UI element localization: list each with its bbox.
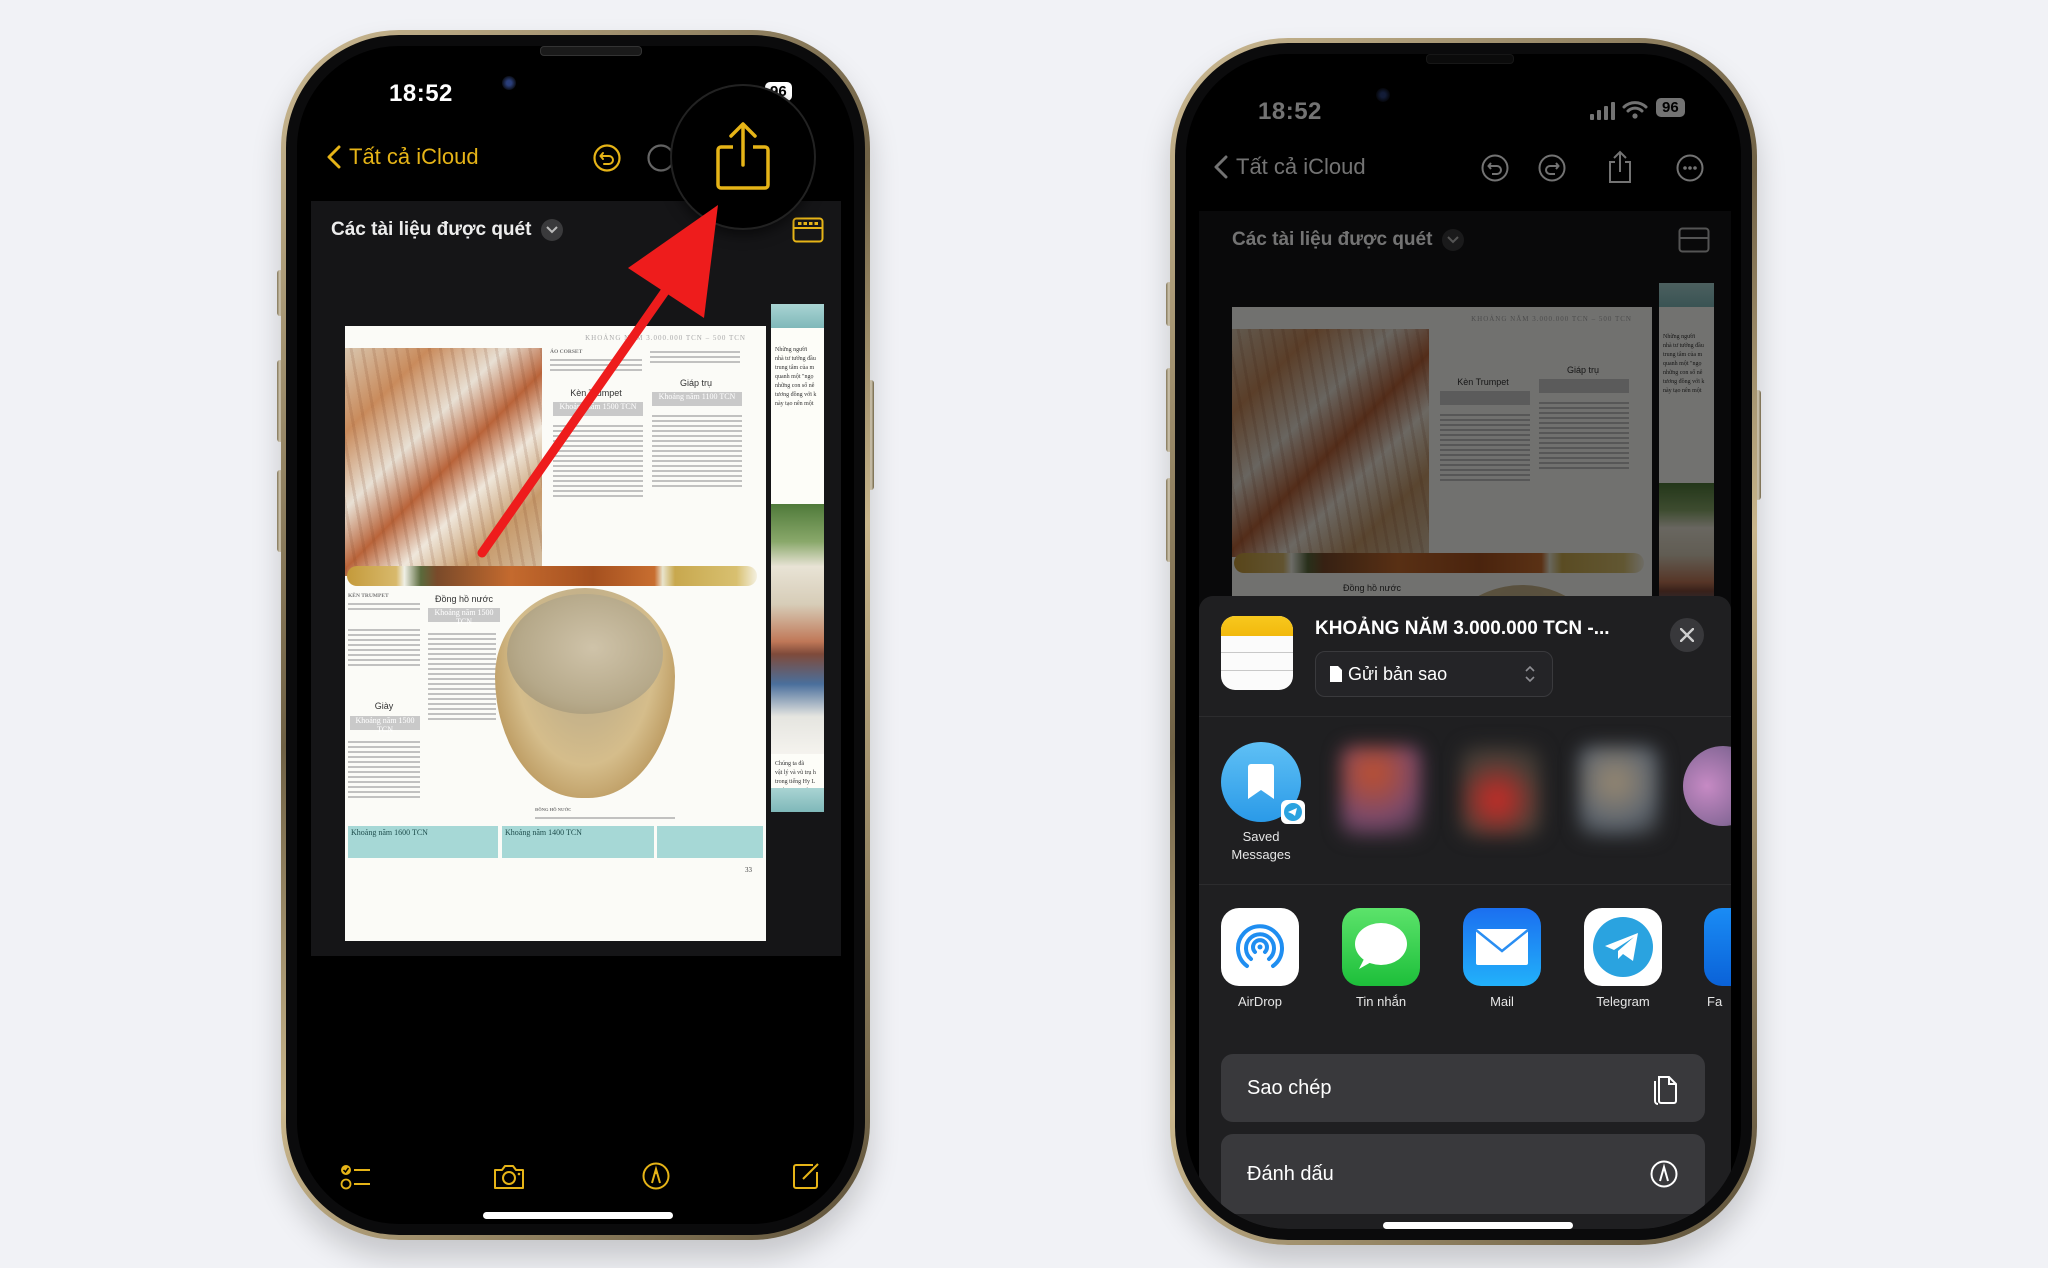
app-facebook[interactable]: Fa [1703,908,1731,1009]
contact-saved-messages[interactable]: Saved Messages [1219,742,1305,864]
action-label: Đánh dấu [1247,1162,1334,1185]
bookmark-icon [1248,764,1274,799]
app-label: Telegram [1596,994,1650,1009]
share-title: KHOẢNG NĂM 3.000.000 TCN -... [1315,618,1610,639]
divider [1199,716,1731,717]
notes-app-icon [1221,616,1293,690]
divider [1199,884,1731,885]
telegram-icon [1584,908,1662,986]
app-label: AirDrop [1237,994,1283,1009]
app-telegram[interactable]: Telegram [1583,908,1663,1009]
close-button[interactable] [1670,618,1704,652]
copy-icon [1654,1076,1677,1105]
messages-icon [1342,908,1420,986]
mail-icon [1463,908,1541,986]
telegram-badge-icon [1281,800,1305,824]
markup-icon [1650,1160,1678,1188]
action-label: Sao chép [1247,1076,1332,1099]
action-markup[interactable]: Đánh dấu [1221,1134,1705,1214]
avatar [1461,746,1541,836]
right-phone-screen: 18:52 96 Tất cả iCloud Các tài liệu được… [1186,54,1741,1229]
app-mail[interactable]: Mail [1462,908,1542,1009]
contact-blurred[interactable] [1577,746,1661,836]
contact-blurred[interactable] [1339,746,1423,836]
action-copy[interactable]: Sao chép [1221,1054,1705,1122]
share-sheet: KHOẢNG NĂM 3.000.000 TCN -... Gửi bản sa… [1199,596,1731,1229]
home-indicator[interactable] [1383,1222,1573,1229]
document-icon [1330,666,1342,682]
contact-partial[interactable] [1683,746,1731,826]
avatar [1683,746,1731,826]
contact-blurred[interactable] [1459,746,1543,836]
contact-name: Saved Messages [1231,829,1291,862]
app-label: Fa [1707,994,1723,1009]
avatar [1341,746,1421,836]
send-copy-select[interactable]: Gửi bản sao [1315,651,1553,697]
send-copy-label: Gửi bản sao [1348,663,1448,684]
app-label: Mail [1490,994,1514,1009]
airdrop-icon [1221,908,1299,986]
chevron-updown-icon [1525,665,1535,683]
avatar [1579,746,1659,836]
right-phone: 18:52 96 Tất cả iCloud Các tài liệu được… [1170,38,1757,1245]
app-messages[interactable]: Tin nhắn [1341,908,1421,1009]
app-airdrop[interactable]: AirDrop [1220,908,1300,1009]
facebook-icon [1704,908,1731,986]
close-icon [1680,628,1694,642]
app-label: Tin nhắn [1355,994,1407,1009]
avatar [1221,742,1305,824]
